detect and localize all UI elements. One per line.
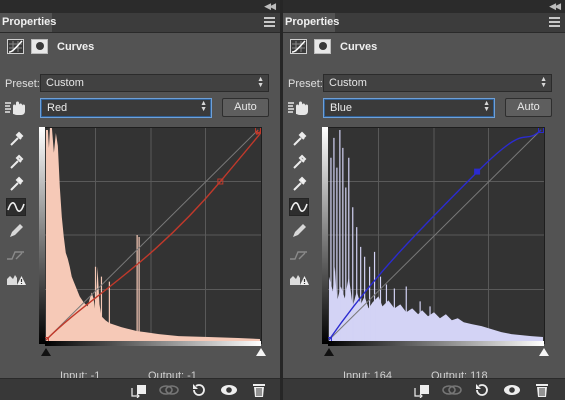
smooth-curve-icon[interactable]: [289, 246, 309, 264]
trash-icon[interactable]: [250, 382, 268, 398]
input-readout: Input: -1: [60, 370, 101, 378]
black-point-slider[interactable]: [324, 348, 334, 356]
clipping-warning-icon[interactable]: [289, 270, 309, 288]
channel-value: Red: [47, 102, 68, 114]
preset-label: Preset:: [288, 78, 323, 90]
curve-point[interactable]: [474, 168, 481, 175]
adjustment-header: Curves: [0, 33, 280, 61]
reset-icon[interactable]: [190, 382, 208, 398]
panel-top-strip: ◀◀: [283, 0, 565, 13]
io-readout: Input: 164 Output: 118: [283, 368, 565, 378]
preset-value: Custom: [46, 77, 84, 89]
black-point-eyedropper-icon[interactable]: [289, 129, 309, 147]
panel-menu-icon[interactable]: [264, 17, 275, 27]
white-point-eyedropper-icon[interactable]: [289, 174, 309, 192]
preset-dropdown[interactable]: Custom ▲ ▼: [323, 74, 552, 92]
smooth-curve-icon[interactable]: [6, 246, 26, 264]
dropdown-arrows-icon: ▲ ▼: [483, 100, 490, 113]
on-image-adjust-icon[interactable]: [4, 100, 26, 116]
preset-dropdown[interactable]: Custom ▲ ▼: [40, 74, 269, 92]
trash-icon[interactable]: [533, 382, 551, 398]
output-readout: Output: -1: [148, 370, 197, 378]
panel-footer: [0, 378, 280, 400]
edit-points-curve-icon[interactable]: [289, 198, 309, 216]
clip-to-layer-icon[interactable]: [413, 382, 431, 398]
mask-icon[interactable]: [31, 39, 48, 54]
channel-dropdown[interactable]: Blue ▲ ▼: [323, 98, 495, 118]
visibility-eye-icon[interactable]: [503, 382, 521, 398]
preset-label: Preset:: [5, 78, 40, 90]
io-readout: Input: -1 Output: -1: [0, 368, 280, 378]
dropdown-arrows-icon: ▲ ▼: [257, 76, 264, 89]
draw-pencil-icon[interactable]: [289, 222, 309, 240]
channel-value: Blue: [330, 102, 353, 114]
curves-adjust-icon[interactable]: [7, 39, 24, 54]
tab-properties[interactable]: Properties: [0, 13, 56, 32]
edit-points-curve-icon[interactable]: [6, 198, 26, 216]
curves-graph[interactable]: [322, 127, 545, 344]
dropdown-arrows-icon: ▲ ▼: [540, 76, 547, 89]
white-point-slider[interactable]: [256, 348, 266, 356]
curves-adjust-icon[interactable]: [290, 39, 307, 54]
panel-menu-icon[interactable]: [549, 17, 560, 27]
gray-point-eyedropper-icon[interactable]: [289, 152, 309, 170]
on-image-adjust-icon[interactable]: [287, 100, 309, 116]
view-previous-icon[interactable]: [441, 382, 462, 398]
view-previous-icon[interactable]: [158, 382, 179, 398]
black-point-slider[interactable]: [41, 348, 51, 356]
tab-bar: Properties: [283, 13, 565, 33]
output-gradient: [39, 127, 45, 344]
properties-panel-blue: ◀◀ Properties Curves Preset: Custom ▲ ▼ B…: [283, 0, 565, 400]
tab-bar: Properties: [0, 13, 280, 33]
white-point-slider[interactable]: [539, 348, 549, 356]
visibility-eye-icon[interactable]: [220, 382, 238, 398]
white-point-eyedropper-icon[interactable]: [6, 174, 26, 192]
clip-to-layer-icon[interactable]: [130, 382, 148, 398]
auto-button[interactable]: Auto: [222, 98, 269, 117]
panel-footer: [283, 378, 565, 400]
reset-icon[interactable]: [473, 382, 491, 398]
properties-panel-red: ◀◀ Properties Curves Preset: Custom ▲ ▼ R…: [0, 0, 280, 400]
panel-top-strip: ◀◀: [0, 0, 280, 13]
collapse-icon[interactable]: ◀◀: [549, 1, 561, 12]
auto-button[interactable]: Auto: [505, 98, 552, 117]
adjustment-header: Curves: [283, 33, 565, 61]
adjustment-title: Curves: [340, 41, 378, 53]
black-point-eyedropper-icon[interactable]: [6, 129, 26, 147]
mask-icon[interactable]: [314, 39, 331, 54]
gray-point-eyedropper-icon[interactable]: [6, 152, 26, 170]
input-sliders: [322, 346, 549, 358]
collapse-icon[interactable]: ◀◀: [264, 1, 276, 12]
input-sliders: [39, 346, 266, 358]
histogram-spikes: [330, 129, 431, 343]
input-readout: Input: 164: [343, 370, 392, 378]
output-readout: Output: 118: [431, 370, 488, 378]
tab-properties[interactable]: Properties: [283, 13, 339, 32]
clipping-warning-icon[interactable]: [6, 270, 26, 288]
adjustment-title: Curves: [57, 41, 95, 53]
preset-value: Custom: [329, 77, 367, 89]
dropdown-arrows-icon: ▲ ▼: [200, 100, 207, 113]
channel-dropdown[interactable]: Red ▲ ▼: [40, 98, 212, 118]
curves-graph[interactable]: [39, 127, 262, 344]
draw-pencil-icon[interactable]: [6, 222, 26, 240]
output-gradient: [322, 127, 328, 344]
